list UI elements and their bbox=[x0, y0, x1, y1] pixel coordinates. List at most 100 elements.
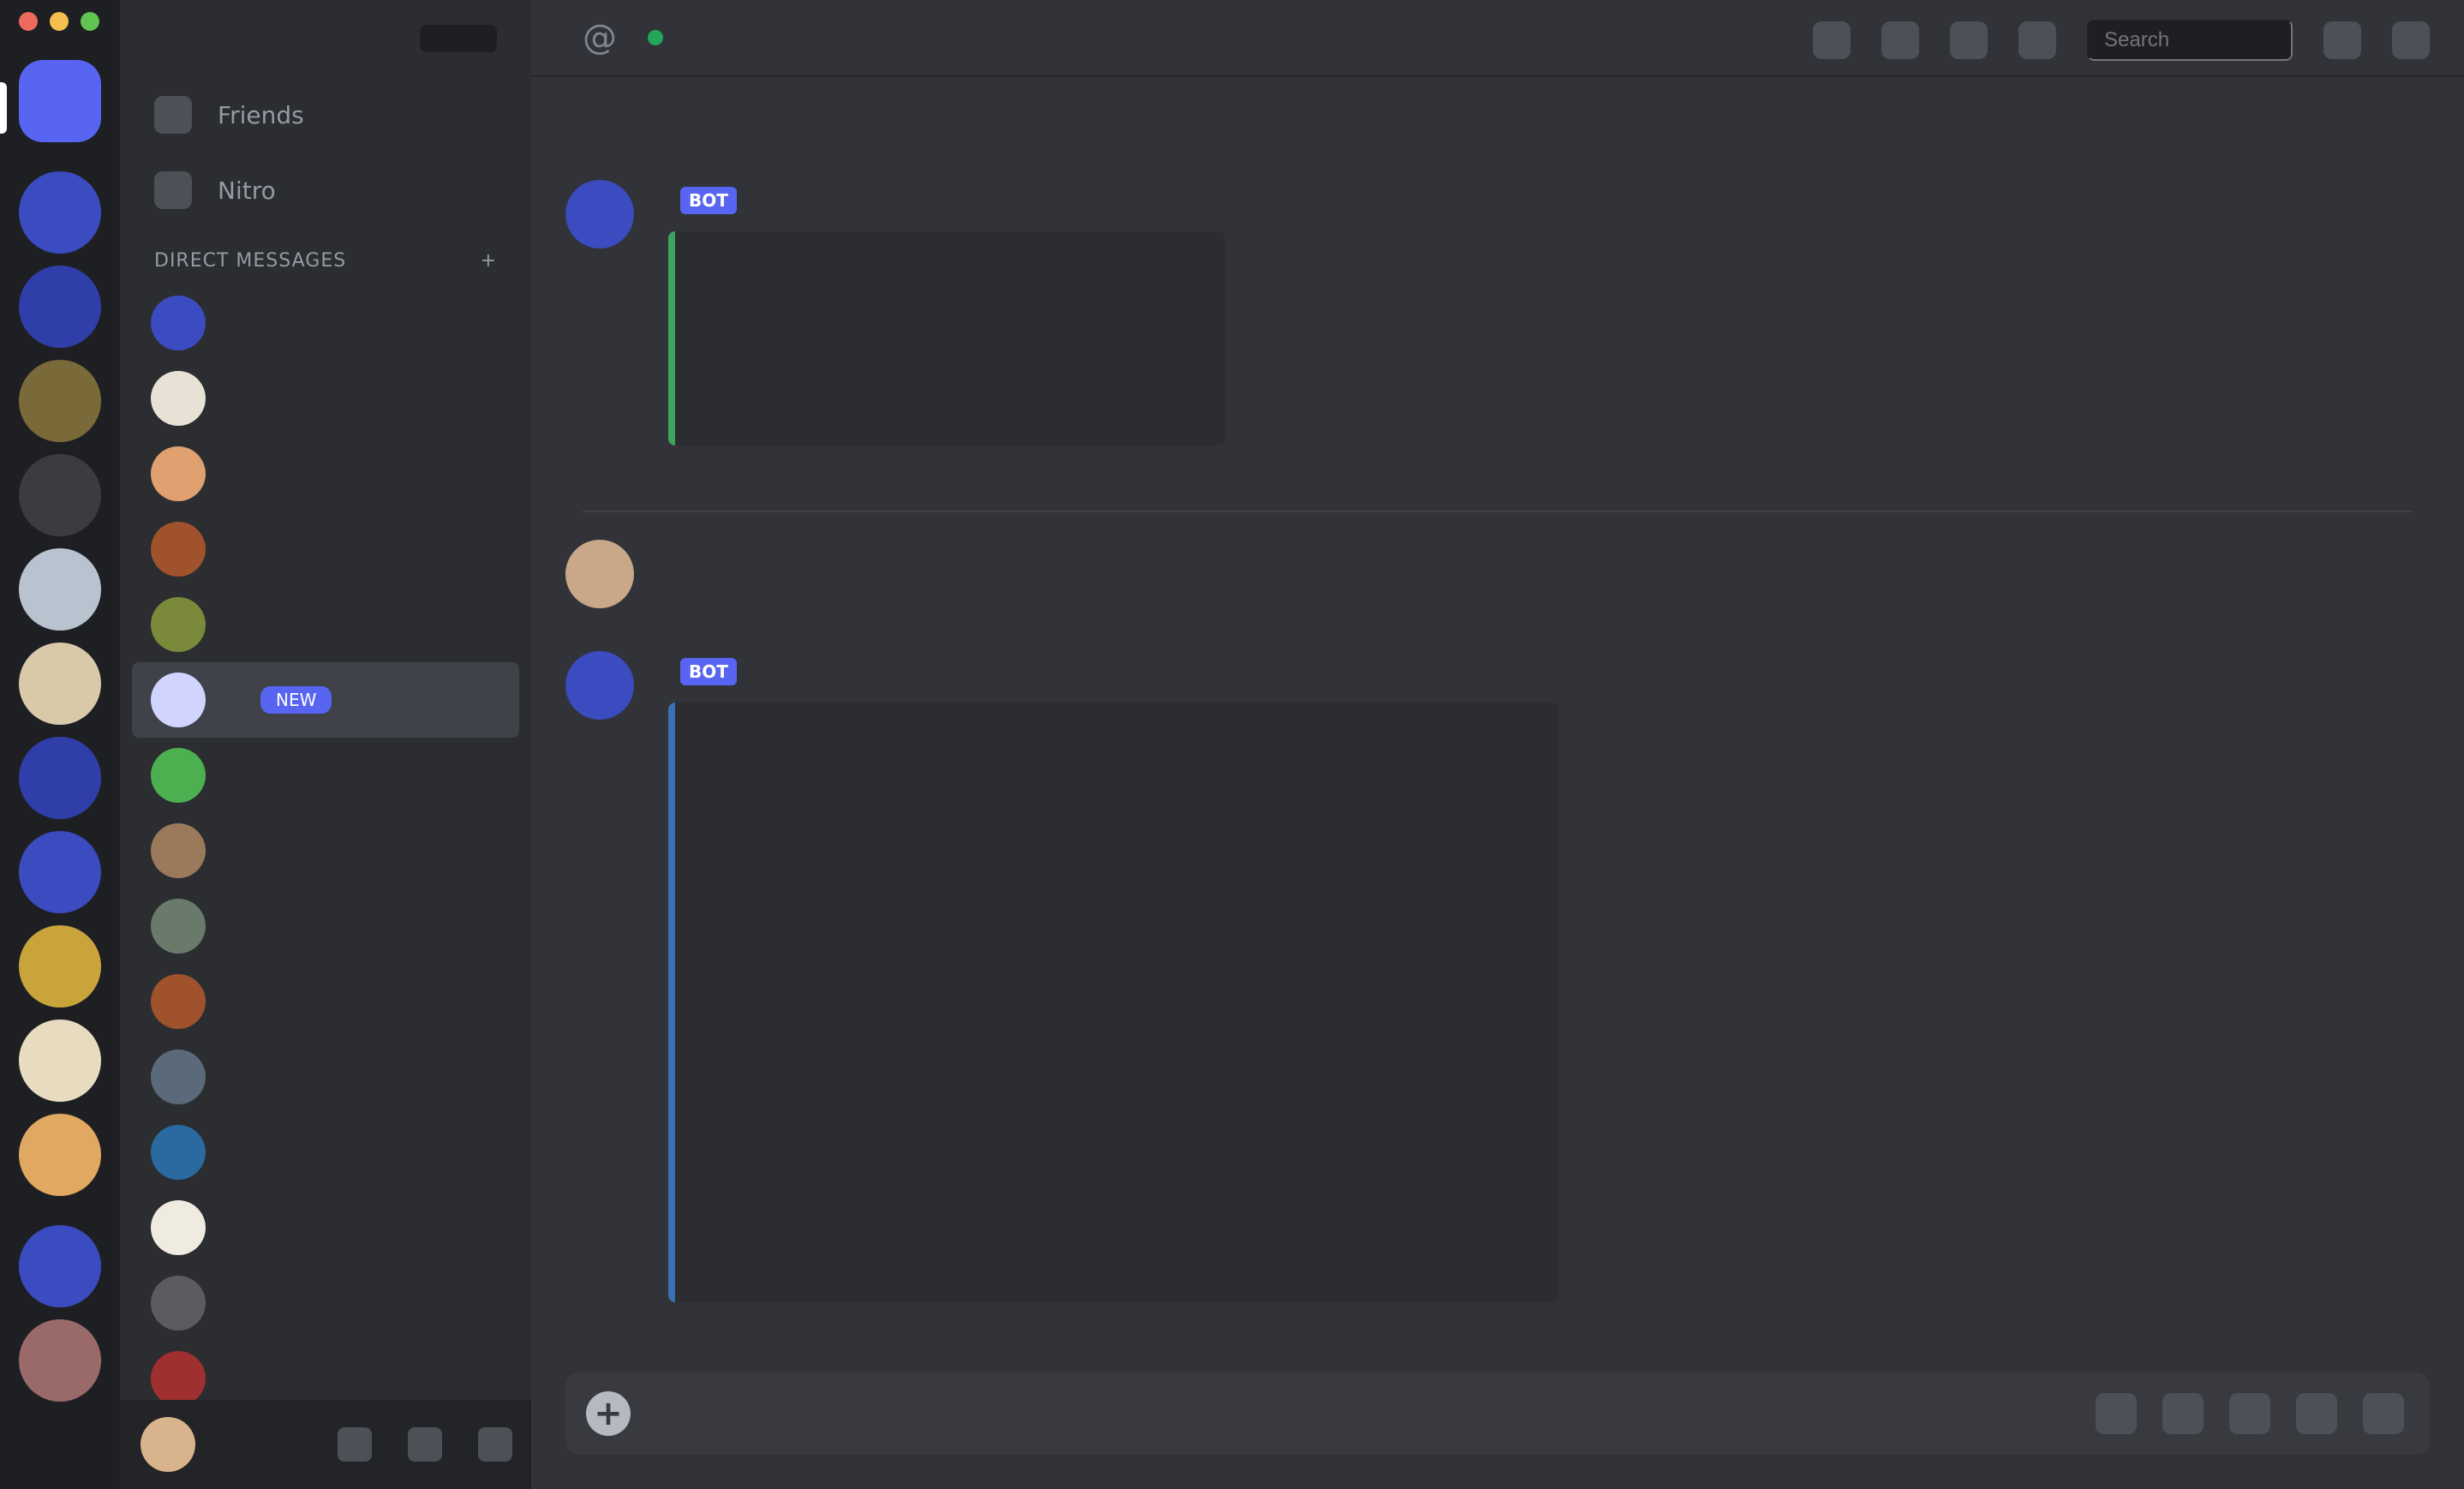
dm-avatar bbox=[151, 371, 206, 426]
dm-item[interactable] bbox=[120, 1039, 531, 1115]
video-call-icon[interactable] bbox=[1881, 21, 1919, 59]
sidebar-header bbox=[120, 0, 531, 77]
minimize-window-button[interactable] bbox=[50, 12, 69, 31]
dm-item[interactable] bbox=[120, 813, 531, 888]
dm-avatar bbox=[151, 296, 206, 350]
dm-item[interactable]: NEW bbox=[132, 662, 519, 738]
zoom-window-button[interactable] bbox=[81, 12, 99, 31]
bot-badge: BOT bbox=[680, 658, 737, 685]
dm-avatar bbox=[151, 446, 206, 501]
dm-item[interactable] bbox=[120, 964, 531, 1039]
apps-icon[interactable] bbox=[2363, 1393, 2404, 1434]
user-panel bbox=[120, 1400, 531, 1489]
server-icon[interactable] bbox=[19, 1319, 101, 1402]
mute-microphone-icon[interactable] bbox=[338, 1427, 372, 1462]
gif-icon[interactable] bbox=[2162, 1393, 2204, 1434]
dm-avatar bbox=[151, 1200, 206, 1255]
at-icon: @ bbox=[583, 18, 617, 57]
message: BOT bbox=[565, 180, 2413, 463]
header-toolbar bbox=[1813, 20, 2430, 61]
chat-header: @ bbox=[531, 0, 2464, 77]
friends-icon bbox=[154, 96, 192, 134]
dm-avatar bbox=[151, 823, 206, 878]
dm-section-header: DIRECT MESSAGES + bbox=[120, 228, 531, 285]
dm-item[interactable] bbox=[120, 888, 531, 964]
server-icon[interactable] bbox=[19, 643, 101, 725]
chat-area: @ BOT bbox=[531, 0, 2464, 1489]
online-status-icon bbox=[648, 30, 663, 45]
message-avatar[interactable] bbox=[565, 651, 634, 720]
dm-avatar bbox=[151, 748, 206, 803]
dm-item[interactable] bbox=[120, 285, 531, 361]
message-avatar[interactable] bbox=[565, 180, 634, 248]
voice-call-icon[interactable] bbox=[1813, 21, 1851, 59]
dm-sidebar: Friends Nitro DIRECT MESSAGES + NEW bbox=[120, 0, 531, 1489]
dm-item[interactable] bbox=[120, 1115, 531, 1190]
discord-app: Friends Nitro DIRECT MESSAGES + NEW @ Se… bbox=[0, 0, 2464, 1489]
server-icon[interactable] bbox=[19, 360, 101, 442]
message-header: BOT bbox=[668, 187, 749, 214]
nav-friends-label: Friends bbox=[218, 100, 304, 129]
dm-item[interactable] bbox=[120, 1190, 531, 1265]
nav-nitro[interactable]: Nitro bbox=[120, 152, 531, 228]
pinned-messages-icon[interactable] bbox=[1950, 21, 1988, 59]
dm-section-title: DIRECT MESSAGES bbox=[154, 250, 347, 272]
message: BOT bbox=[565, 651, 2413, 1337]
dm-avatar bbox=[151, 1351, 206, 1406]
inbox-icon[interactable] bbox=[2323, 21, 2361, 59]
bot-badge: BOT bbox=[680, 187, 737, 214]
dm-avatar bbox=[151, 1276, 206, 1331]
nav-friends[interactable]: Friends bbox=[120, 77, 531, 152]
search-input[interactable] bbox=[2087, 20, 2293, 61]
window-controls bbox=[19, 12, 99, 31]
gift-icon[interactable] bbox=[2096, 1393, 2137, 1434]
server-icon[interactable] bbox=[19, 831, 101, 913]
close-window-button[interactable] bbox=[19, 12, 38, 31]
message-embed bbox=[668, 231, 1225, 446]
dm-avatar bbox=[151, 1125, 206, 1180]
add-friends-to-dm-icon[interactable] bbox=[2018, 21, 2056, 59]
dm-item[interactable] bbox=[120, 1265, 531, 1341]
message-input[interactable] bbox=[631, 1399, 2096, 1428]
dm-item[interactable] bbox=[120, 738, 531, 813]
server-icon[interactable] bbox=[19, 1225, 101, 1307]
dm-item[interactable] bbox=[120, 361, 531, 436]
dm-item[interactable] bbox=[120, 587, 531, 662]
sticker-icon[interactable] bbox=[2229, 1393, 2270, 1434]
dm-list: NEW bbox=[120, 285, 531, 1416]
server-rail bbox=[0, 0, 120, 1489]
dm-avatar bbox=[151, 597, 206, 652]
server-icon[interactable] bbox=[19, 171, 101, 254]
server-icon[interactable] bbox=[19, 60, 101, 142]
message-composer: + bbox=[565, 1372, 2430, 1455]
server-icon[interactable] bbox=[19, 266, 101, 348]
server-icon[interactable] bbox=[19, 925, 101, 1008]
user-settings-gear-icon[interactable] bbox=[478, 1427, 512, 1462]
server-icon[interactable] bbox=[19, 454, 101, 536]
nitro-icon bbox=[154, 171, 192, 209]
server-icon[interactable] bbox=[19, 1020, 101, 1102]
upload-plus-button[interactable]: + bbox=[586, 1391, 631, 1436]
add-dm-button[interactable]: + bbox=[481, 250, 497, 272]
message-avatar[interactable] bbox=[565, 540, 634, 608]
dm-avatar bbox=[151, 899, 206, 954]
server-icon[interactable] bbox=[19, 737, 101, 819]
message-header: BOT bbox=[668, 658, 749, 685]
dm-item[interactable] bbox=[120, 436, 531, 511]
server-icon[interactable] bbox=[19, 1114, 101, 1196]
message bbox=[565, 540, 2413, 625]
date-divider bbox=[583, 511, 2413, 512]
find-conversation-button[interactable] bbox=[420, 25, 497, 52]
user-avatar[interactable] bbox=[141, 1417, 195, 1472]
selected-server-indicator bbox=[0, 82, 7, 134]
server-icon[interactable] bbox=[19, 548, 101, 631]
new-badge: NEW bbox=[260, 686, 332, 714]
emoji-icon[interactable] bbox=[2296, 1393, 2337, 1434]
dm-item[interactable] bbox=[120, 511, 531, 587]
nav-nitro-label: Nitro bbox=[218, 176, 276, 205]
help-icon[interactable] bbox=[2392, 21, 2430, 59]
dm-avatar bbox=[151, 1049, 206, 1104]
deafen-headphones-icon[interactable] bbox=[408, 1427, 442, 1462]
dm-avatar bbox=[151, 974, 206, 1029]
dm-avatar bbox=[151, 673, 206, 727]
